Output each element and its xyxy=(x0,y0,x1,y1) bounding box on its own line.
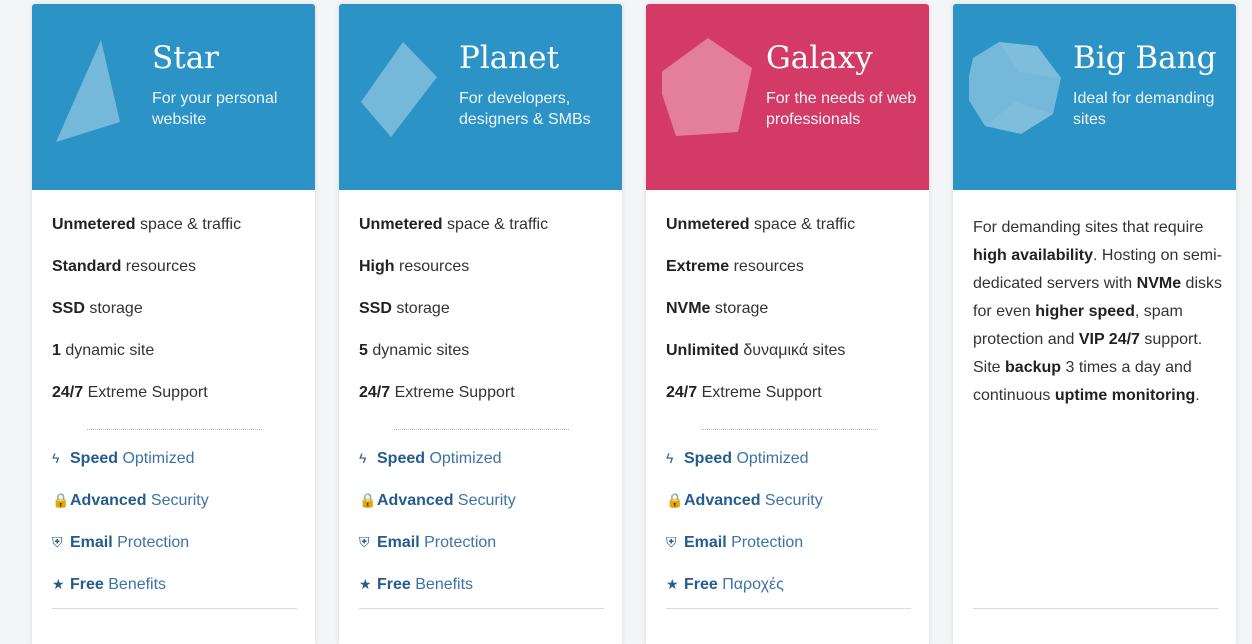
plan-header: Galaxy For the needs of web professional… xyxy=(646,4,929,190)
benefit-speed-link[interactable]: ϟ Speed Optimized xyxy=(359,445,609,487)
bottom-divider xyxy=(359,608,604,609)
description-bold-text: uptime monitoring xyxy=(1054,387,1196,404)
feature-item: 1 dynamic site xyxy=(52,342,155,359)
benefit-email-link[interactable]: ⛨ Email Protection xyxy=(666,529,916,571)
triangle-shape-icon xyxy=(56,40,120,142)
plan-title: Star xyxy=(152,40,219,76)
plan-title: Big Bang xyxy=(1073,40,1217,76)
dotted-divider xyxy=(87,429,262,430)
feature-item: SSD storage xyxy=(359,300,450,317)
benefit-free-link[interactable]: ★ Free Benefits xyxy=(52,571,302,613)
benefit-speed-link[interactable]: ϟ Speed Optimized xyxy=(666,445,916,487)
plan-title: Planet xyxy=(459,40,560,76)
benefit-speed-link[interactable]: ϟ Speed Optimized xyxy=(52,445,302,487)
feature-item: High resources xyxy=(359,258,470,275)
benefit-list: ϟ Speed Optimized 🔒Advanced Security ⛨ Ema… xyxy=(52,445,302,613)
star-icon: ★ xyxy=(52,576,65,592)
plan-subtitle: For developers, designers & SMBs xyxy=(459,90,591,128)
feature-item: Unlimited δυναμικά sites xyxy=(666,342,846,359)
benefit-security-link[interactable]: 🔒Advanced Security xyxy=(359,487,609,529)
feature-item: Unmetered space & traffic xyxy=(666,216,856,233)
plan-header: Planet For developers, designers & SMBs xyxy=(339,4,622,190)
star-icon: ★ xyxy=(666,576,679,592)
feature-item: NVMe storage xyxy=(666,300,769,317)
feature-item: Extreme resources xyxy=(666,258,804,275)
plan-subtitle: For the needs of web professionals xyxy=(766,90,917,128)
feature-item: 24/7 Extreme Support xyxy=(666,384,822,401)
feature-item: Unmetered space & traffic xyxy=(359,216,549,233)
benefit-list: ϟ Speed Optimized 🔒Advanced Security ⛨ Ema… xyxy=(666,445,916,613)
description-bold-text: NVMe xyxy=(1136,275,1182,292)
benefit-security-link[interactable]: 🔒Advanced Security xyxy=(666,487,916,529)
feature-item: 24/7 Extreme Support xyxy=(359,384,515,401)
feature-item: SSD storage xyxy=(52,300,143,317)
plan-card-star: Star For your personal website Unmetered… xyxy=(32,4,315,644)
plan-header: Big Bang Ideal for demanding sites xyxy=(953,4,1236,190)
feature-list: Unmetered space & traffic Standard resou… xyxy=(52,212,302,422)
description-bold-text: higher speed xyxy=(1035,303,1135,320)
bottom-divider xyxy=(666,608,911,609)
dotted-divider xyxy=(701,429,876,430)
benefit-list: ϟ Speed Optimized 🔒Advanced Security ⛨ Ema… xyxy=(359,445,609,613)
feature-list: Unmetered space & traffic High resources… xyxy=(359,212,609,422)
shield-icon: ⛨ xyxy=(359,534,370,550)
plan-card-galaxy: Galaxy For the needs of web professional… xyxy=(646,4,929,644)
shield-icon: ⛨ xyxy=(666,534,677,550)
description-bold-text: high availability xyxy=(973,247,1094,264)
feature-item: 24/7 Extreme Support xyxy=(52,384,208,401)
lock-icon: 🔒 xyxy=(666,492,684,508)
plan-header: Star For your personal website xyxy=(32,4,315,190)
lock-icon: 🔒 xyxy=(359,492,377,508)
diamond-shape-icon xyxy=(361,42,437,137)
pentagon-shape-icon xyxy=(662,38,752,136)
feature-item: Standard resources xyxy=(52,258,197,275)
description-text: For demanding sites that require xyxy=(973,219,1204,236)
description-bold-text: VIP 24/7 xyxy=(1078,331,1140,348)
description-bold-text: backup xyxy=(1005,359,1062,376)
lock-icon: 🔒 xyxy=(52,492,70,508)
feature-list: Unmetered space & traffic Extreme resour… xyxy=(666,212,916,422)
bolt-icon: ϟ xyxy=(666,450,674,466)
bolt-icon: ϟ xyxy=(52,450,60,466)
feature-item: Unmetered space & traffic xyxy=(52,216,242,233)
benefit-free-link[interactable]: ★ Free Παροχές xyxy=(666,571,916,613)
plan-title: Galaxy xyxy=(766,40,873,76)
benefit-email-link[interactable]: ⛨ Email Protection xyxy=(359,529,609,571)
bolt-icon: ϟ xyxy=(359,450,367,466)
plan-card-big-bang: Big Bang Ideal for demanding sites For d… xyxy=(953,4,1236,644)
plan-card-planet: Planet For developers, designers & SMBs … xyxy=(339,4,622,644)
benefit-security-link[interactable]: 🔒Advanced Security xyxy=(52,487,302,529)
dotted-divider xyxy=(394,429,569,430)
shield-icon: ⛨ xyxy=(52,534,63,550)
star-icon: ★ xyxy=(359,576,372,592)
bottom-divider xyxy=(973,608,1218,609)
polyhedron-shape-icon xyxy=(969,42,1061,134)
description-text: . xyxy=(1195,387,1200,404)
plan-description: For demanding sites that require high av… xyxy=(973,214,1223,410)
benefit-email-link[interactable]: ⛨ Email Protection xyxy=(52,529,302,571)
plan-subtitle: Ideal for demanding sites xyxy=(1073,90,1215,128)
bottom-divider xyxy=(52,608,297,609)
benefit-free-link[interactable]: ★ Free Benefits xyxy=(359,571,609,613)
feature-item: 5 dynamic sites xyxy=(359,342,470,359)
plan-subtitle: For your personal website xyxy=(152,90,278,128)
